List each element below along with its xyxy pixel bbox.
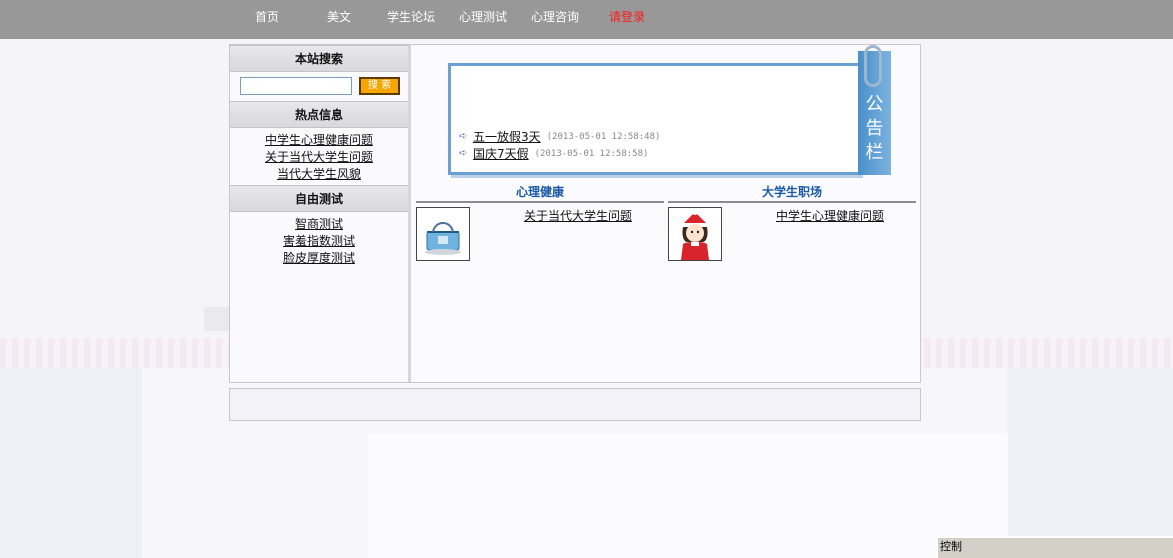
left-sidebar: 本站搜索 搜 索 热点信息 中学生心理健康问题 关于当代大学生问题 当代大学生风… <box>230 45 411 382</box>
notice-item: ➪ 五一放假3天 (2013-05-01 12:58:48) <box>459 128 660 145</box>
hot-info-link[interactable]: 关于当代大学生问题 <box>230 149 408 166</box>
hot-info-title: 热点信息 <box>230 101 408 128</box>
nav-login[interactable]: 请登录 <box>591 9 663 25</box>
basket-icon[interactable] <box>416 207 470 261</box>
main-frame: 本站搜索 搜 索 热点信息 中学生心理健康问题 关于当代大学生问题 当代大学生风… <box>229 44 921 383</box>
arrow-icon: ➪ <box>459 131 468 142</box>
search-input[interactable] <box>240 77 352 95</box>
arrow-icon: ➪ <box>459 148 468 159</box>
column-link[interactable]: 关于当代大学生问题 <box>524 207 632 224</box>
notice-tab-char: 公 <box>865 94 884 115</box>
free-test-title: 自由测试 <box>230 185 408 212</box>
background-pale-block <box>368 433 1008 558</box>
column-career: 大学生职场 中学生心理健康问题 <box>668 184 916 261</box>
paperclip-icon <box>864 45 882 87</box>
search-row: 搜 索 <box>230 72 408 101</box>
notice-date: (2013-05-01 12:58:48) <box>546 131 661 142</box>
hot-info-list: 中学生心理健康问题 关于当代大学生问题 当代大学生风貌 <box>230 128 408 185</box>
nav-home[interactable]: 首页 <box>231 9 303 25</box>
free-test-list: 智商测试 害羞指数测试 脸皮厚度测试 <box>230 212 408 269</box>
notice-link[interactable]: 五一放假3天 <box>473 128 541 145</box>
background-panel-left <box>0 360 142 558</box>
test-link[interactable]: 智商测试 <box>230 216 408 233</box>
background-panel-right <box>1007 360 1173 558</box>
top-navigation: 首页 美文 学生论坛 心理测试 心理咨询 请登录 <box>0 0 1173 39</box>
girl-avatar-icon[interactable] <box>668 207 722 261</box>
test-link[interactable]: 脸皮厚度测试 <box>230 250 408 267</box>
notice-list: ➪ 五一放假3天 (2013-05-01 12:58:48) ➪ 国庆7天假 (… <box>459 128 660 162</box>
hot-info-link[interactable]: 中学生心理健康问题 <box>230 132 408 149</box>
test-link[interactable]: 害羞指数测试 <box>230 233 408 250</box>
notice-tab-char: 栏 <box>865 142 884 163</box>
notice-item: ➪ 国庆7天假 (2013-05-01 12:58:58) <box>459 145 660 162</box>
notice-link[interactable]: 国庆7天假 <box>473 145 529 162</box>
nav-forum[interactable]: 学生论坛 <box>375 9 447 25</box>
notice-board: ➪ 五一放假3天 (2013-05-01 12:58:48) ➪ 国庆7天假 (… <box>448 63 860 175</box>
column-mental-health: 心理健康 关于当代大学生问题 <box>416 184 664 261</box>
search-section-title: 本站搜索 <box>230 45 408 72</box>
column-title: 大学生职场 <box>668 184 916 203</box>
content-area: ➪ 五一放假3天 (2013-05-01 12:58:48) ➪ 国庆7天假 (… <box>416 45 920 382</box>
nav-psych-test[interactable]: 心理测试 <box>447 9 519 25</box>
nav-articles[interactable]: 美文 <box>303 9 375 25</box>
footer-box <box>229 388 921 421</box>
notice-date: (2013-05-01 12:58:58) <box>534 148 649 159</box>
column-link[interactable]: 中学生心理健康问题 <box>776 207 884 224</box>
column-title: 心理健康 <box>416 184 664 203</box>
search-button[interactable]: 搜 索 <box>359 77 400 95</box>
hot-info-link[interactable]: 当代大学生风貌 <box>230 166 408 183</box>
notice-tab-char: 告 <box>865 118 884 139</box>
nav-counseling[interactable]: 心理咨询 <box>519 9 591 25</box>
control-panel-tab[interactable]: 控制 <box>936 536 1173 558</box>
